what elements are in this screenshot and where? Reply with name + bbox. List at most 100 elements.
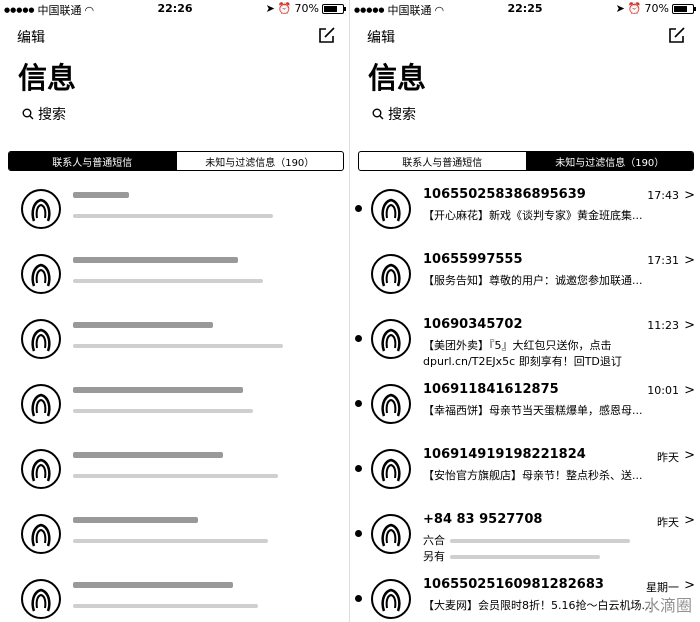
page-title: 信息 bbox=[18, 61, 77, 95]
message-time: 17:43 bbox=[647, 189, 679, 202]
avatar-icon bbox=[21, 449, 61, 489]
list-item[interactable]: 10690345702 11:23 > 【美团外卖】『5』大红包只送你，点击 d… bbox=[350, 308, 700, 373]
location-icon: ➤ bbox=[265, 2, 275, 15]
avatar-icon bbox=[21, 514, 61, 554]
list-item[interactable]: 10655997555 17:31 > 【服务告知】尊敬的用户：诚邀您参加联通.… bbox=[350, 243, 700, 308]
list-item[interactable]: 106911841612875 10:01 > 【幸福西饼】母亲节当天蛋糕爆单，… bbox=[350, 373, 700, 438]
list-item[interactable]: +84 83 9527708 昨天 > 六合 另有 bbox=[350, 503, 700, 568]
avatar-icon bbox=[21, 254, 61, 294]
list-item[interactable] bbox=[0, 308, 350, 373]
search-placeholder: 搜索 bbox=[388, 107, 416, 123]
avatar-icon bbox=[21, 189, 61, 229]
unread-indicator bbox=[355, 335, 362, 342]
chevron-right-icon: > bbox=[684, 188, 695, 203]
chevron-right-icon: > bbox=[684, 448, 695, 463]
avatar-icon bbox=[371, 514, 411, 554]
search-icon bbox=[372, 108, 384, 120]
sender-name: 106550258386895639 bbox=[423, 187, 586, 202]
message-time: 10:01 bbox=[647, 384, 679, 397]
message-preview: 【服务告知】尊敬的用户：诚邀您参加联通... bbox=[423, 274, 643, 287]
avatar-icon bbox=[21, 319, 61, 359]
tab-unknown[interactable]: 未知与过滤信息（190） bbox=[525, 152, 693, 170]
avatar-icon bbox=[21, 384, 61, 424]
message-list: 106550258386895639 17:43 > 【开心麻花】新戏《谈判专家… bbox=[350, 178, 700, 622]
message-preview: 【美团外卖】『5』大红包只送你，点击 dpurl.cn/T2EJx5c 即刻享有… bbox=[423, 339, 622, 368]
battery-icon bbox=[322, 3, 346, 14]
sender-name: +84 83 9527708 bbox=[423, 512, 543, 527]
blurred-sender bbox=[73, 257, 238, 263]
blurred-sender bbox=[73, 582, 233, 588]
blurred-sender bbox=[73, 322, 213, 328]
blurred-preview bbox=[73, 474, 278, 478]
blurred-preview bbox=[73, 604, 258, 608]
search-placeholder: 搜索 bbox=[38, 107, 66, 123]
list-item[interactable] bbox=[0, 373, 350, 438]
avatar-icon bbox=[371, 384, 411, 424]
blurred-preview bbox=[73, 539, 268, 543]
list-item[interactable]: 106914919198221824 昨天 > 【安怡官方旗舰店】母亲节！整点秒… bbox=[350, 438, 700, 503]
list-item[interactable]: 106550258386895639 17:43 > 【开心麻花】新戏《谈判专家… bbox=[350, 178, 700, 243]
unread-indicator bbox=[355, 205, 362, 212]
search-icon bbox=[22, 108, 34, 120]
avatar-icon bbox=[371, 319, 411, 359]
message-preview: 【幸福西饼】母亲节当天蛋糕爆单，感恩母... bbox=[423, 404, 643, 417]
blurred-sender bbox=[73, 192, 129, 198]
message-time: 昨天 bbox=[657, 451, 679, 464]
list-item[interactable] bbox=[0, 178, 350, 243]
blurred-sender bbox=[73, 517, 198, 523]
sender-name: 10690345702 bbox=[423, 317, 523, 332]
chevron-right-icon: > bbox=[684, 318, 695, 333]
search-bar[interactable]: 搜索 bbox=[22, 104, 66, 124]
list-item[interactable] bbox=[0, 568, 350, 622]
blurred-preview bbox=[450, 555, 600, 559]
compose-icon[interactable] bbox=[318, 26, 336, 44]
message-preview: 【安怡官方旗舰店】母亲节！整点秒杀、送... bbox=[423, 469, 643, 482]
avatar-icon bbox=[371, 579, 411, 619]
watermark: 水滴圈 bbox=[643, 596, 692, 615]
message-time: 11:23 bbox=[647, 319, 679, 332]
chevron-right-icon: > bbox=[684, 578, 695, 593]
location-icon: ➤ bbox=[615, 2, 625, 15]
tab-unknown[interactable]: 未知与过滤信息（190） bbox=[175, 152, 344, 170]
unread-indicator bbox=[355, 400, 362, 407]
avatar-icon bbox=[371, 189, 411, 229]
battery-percent: 70% bbox=[294, 2, 319, 15]
blurred-preview bbox=[73, 409, 253, 413]
edit-button[interactable]: 编辑 bbox=[367, 27, 395, 47]
list-item[interactable] bbox=[0, 503, 350, 568]
list-item[interactable] bbox=[0, 243, 350, 308]
filter-segmented-control: 联系人与普通短信 未知与过滤信息（190） bbox=[8, 151, 344, 171]
battery-percent: 70% bbox=[644, 2, 669, 15]
alarm-icon: ⏰ bbox=[277, 2, 292, 15]
tab-contacts[interactable]: 联系人与普通短信 bbox=[9, 152, 176, 170]
list-item[interactable] bbox=[0, 438, 350, 503]
blurred-sender bbox=[73, 452, 223, 458]
filter-segmented-control: 联系人与普通短信 未知与过滤信息（190） bbox=[358, 151, 694, 171]
blurred-preview bbox=[73, 279, 263, 283]
message-time: 昨天 bbox=[657, 516, 679, 529]
sender-name: 10655997555 bbox=[423, 252, 523, 267]
left-screen: ●●●●● 中国联通 ◠ 22:26 ➤ ⏰ 70% 编辑 信息 搜索 联系人与… bbox=[0, 0, 350, 622]
compose-icon[interactable] bbox=[668, 26, 686, 44]
chevron-right-icon: > bbox=[684, 383, 695, 398]
search-bar[interactable]: 搜索 bbox=[372, 104, 416, 124]
unread-indicator bbox=[355, 465, 362, 472]
right-screen: ●●●●● 中国联通 ◠ 22:25 ➤ ⏰ 70% 编辑 信息 搜索 联系人与… bbox=[350, 0, 700, 622]
avatar-icon bbox=[371, 449, 411, 489]
edit-button[interactable]: 编辑 bbox=[17, 27, 45, 47]
status-bar: ●●●●● 中国联通 ◠ 22:25 ➤ ⏰ 70% bbox=[350, 0, 700, 18]
message-time: 17:31 bbox=[647, 254, 679, 267]
sender-name: 106914919198221824 bbox=[423, 447, 586, 462]
alarm-icon: ⏰ bbox=[627, 2, 642, 15]
nav-bar: 编辑 bbox=[0, 18, 350, 48]
page-title: 信息 bbox=[368, 61, 427, 95]
message-preview: 【开心麻花】新戏《谈判专家》黄金班底集... bbox=[423, 209, 643, 222]
chevron-right-icon: > bbox=[684, 253, 695, 268]
message-list bbox=[0, 178, 350, 622]
blurred-preview bbox=[450, 539, 630, 543]
nav-bar: 编辑 bbox=[350, 18, 700, 48]
tab-contacts[interactable]: 联系人与普通短信 bbox=[359, 152, 526, 170]
chevron-right-icon: > bbox=[684, 513, 695, 528]
battery-icon bbox=[672, 3, 696, 14]
unread-indicator bbox=[355, 595, 362, 602]
